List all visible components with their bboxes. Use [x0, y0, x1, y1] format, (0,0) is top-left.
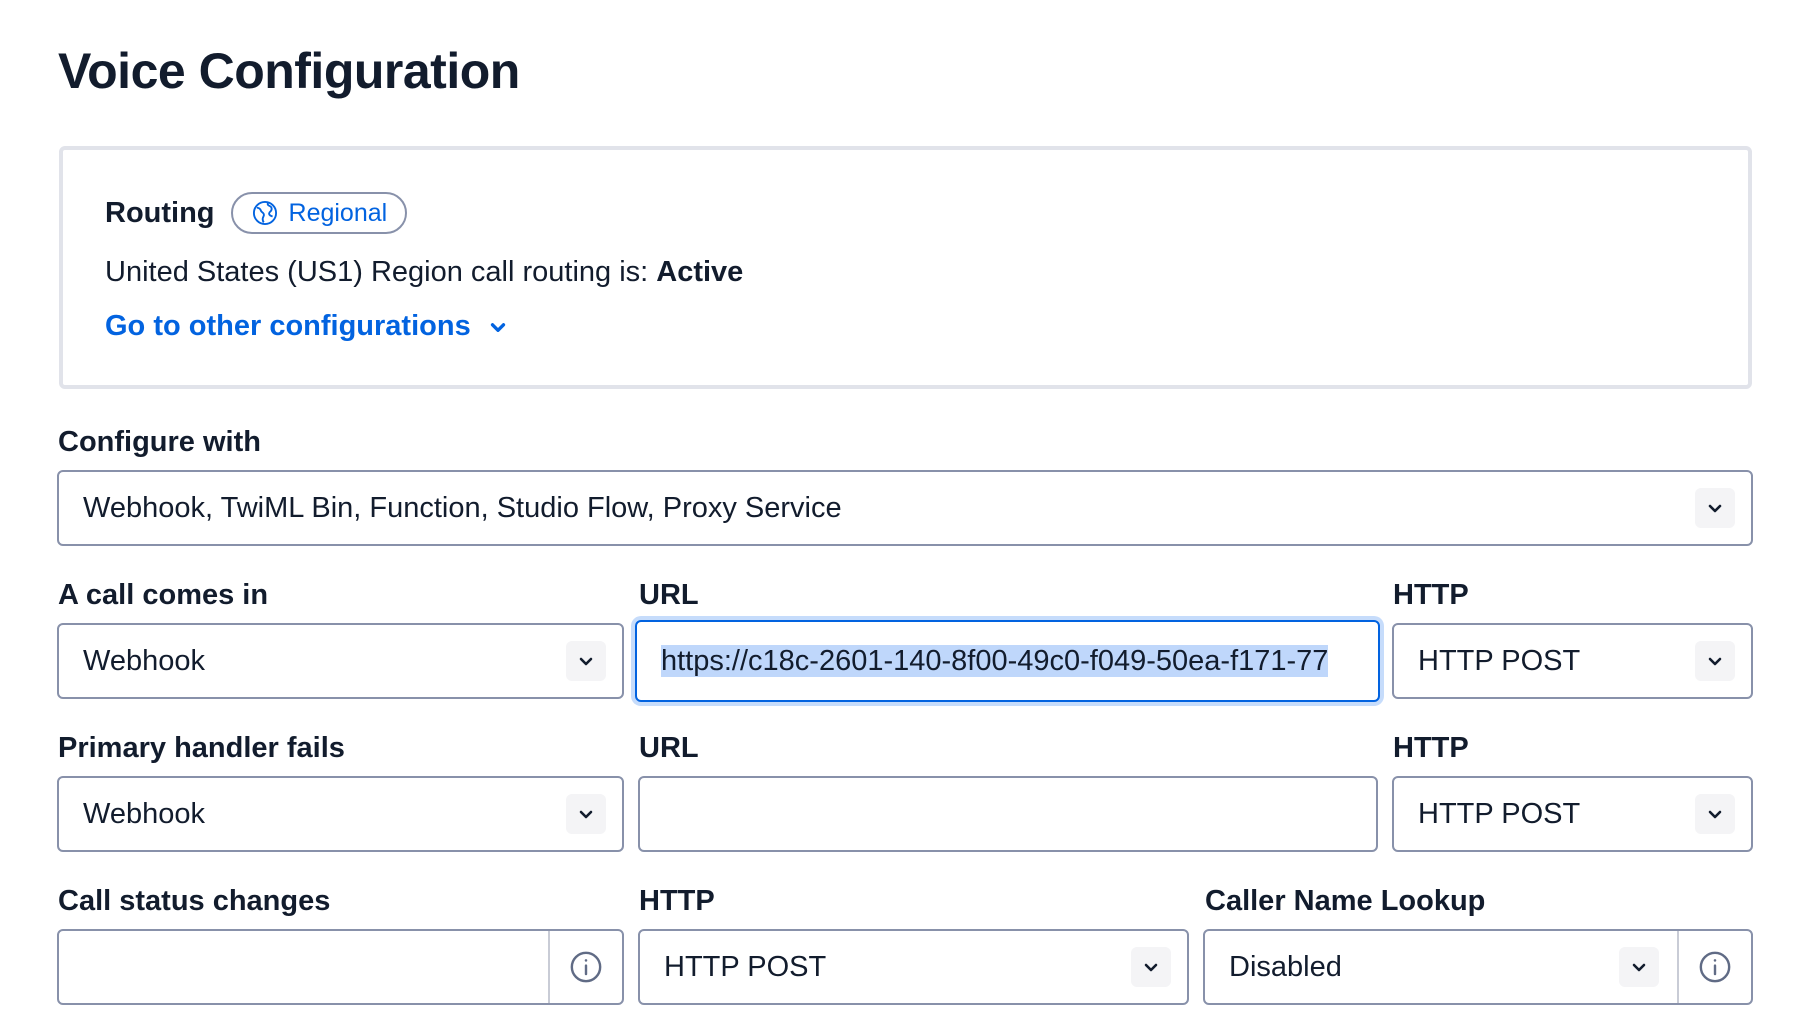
chevron-down-icon — [1695, 488, 1735, 528]
caller-name-lookup-info-button[interactable] — [1677, 931, 1751, 1003]
call-comes-in-url-value: https://c18c-2601-140-8f00-49c0-f049-50e… — [637, 644, 1378, 678]
call-comes-in-http-select[interactable]: HTTP POST — [1392, 623, 1753, 699]
call-comes-in-type-select[interactable]: Webhook — [57, 623, 624, 699]
call-status-info-button[interactable] — [548, 931, 622, 1003]
routing-status-prefix: United States (US1) Region call routing … — [105, 256, 649, 288]
call-comes-in-http-label: HTTP — [1393, 579, 1469, 611]
chevron-down-icon — [566, 794, 606, 834]
call-status-changes-label: Call status changes — [58, 885, 331, 917]
chevron-down-icon — [566, 641, 606, 681]
selected-url-text: https://c18c-2601-140-8f00-49c0-f049-50e… — [661, 644, 1329, 677]
routing-status-value: Active — [656, 256, 744, 288]
page-title: Voice Configuration — [58, 43, 520, 99]
chevron-down-icon — [1695, 641, 1735, 681]
call-comes-in-label: A call comes in — [58, 579, 269, 611]
primary-handler-http-label: HTTP — [1393, 732, 1469, 764]
info-icon — [570, 951, 602, 983]
caller-name-lookup-select[interactable]: Disabled — [1203, 929, 1753, 1005]
caller-name-lookup-value: Disabled — [1229, 950, 1342, 983]
call-comes-in-url-input[interactable]: https://c18c-2601-140-8f00-49c0-f049-50e… — [635, 620, 1380, 702]
routing-card: Routing Regional United States (US1) Reg… — [59, 146, 1752, 389]
other-configurations-label: Go to other configurations — [105, 310, 471, 342]
chevron-down-icon — [1695, 794, 1735, 834]
chevron-down-icon — [490, 322, 505, 332]
call-status-http-value: HTTP POST — [664, 950, 827, 983]
call-comes-in-url-label: URL — [639, 579, 699, 611]
call-status-http-label: HTTP — [639, 885, 715, 917]
primary-handler-http-value: HTTP POST — [1418, 797, 1581, 830]
configure-with-label: Configure with — [58, 426, 261, 458]
call-status-url-input[interactable] — [57, 929, 624, 1005]
globe-icon — [252, 200, 277, 226]
primary-handler-fails-label: Primary handler fails — [58, 732, 345, 764]
configure-with-select[interactable]: Webhook, TwiML Bin, Function, Studio Flo… — [57, 470, 1753, 546]
primary-handler-url-input[interactable] — [638, 776, 1378, 852]
chevron-down-icon — [1619, 947, 1659, 987]
primary-handler-url-label: URL — [639, 732, 699, 764]
regional-badge: Regional — [230, 192, 408, 234]
primary-handler-http-select[interactable]: HTTP POST — [1392, 776, 1753, 852]
primary-handler-type-select[interactable]: Webhook — [57, 776, 624, 852]
call-comes-in-http-value: HTTP POST — [1418, 644, 1581, 677]
info-icon — [1699, 951, 1731, 983]
routing-status-text: United States (US1) Region call routing … — [105, 256, 743, 289]
voice-configuration-page: Voice Configuration Routing Regional Uni… — [0, 0, 1804, 1024]
chevron-down-icon — [1131, 947, 1171, 987]
regional-badge-label: Regional — [288, 198, 388, 227]
other-configurations-link[interactable]: Go to other configurations — [105, 310, 509, 343]
routing-label: Routing — [105, 196, 215, 229]
call-status-http-select[interactable]: HTTP POST — [638, 929, 1189, 1005]
caller-name-lookup-label: Caller Name Lookup — [1205, 885, 1486, 917]
call-comes-in-type-value: Webhook — [83, 644, 205, 677]
routing-header: Routing Regional — [105, 192, 408, 234]
configure-with-value: Webhook, TwiML Bin, Function, Studio Flo… — [83, 491, 842, 524]
primary-handler-type-value: Webhook — [83, 797, 205, 830]
